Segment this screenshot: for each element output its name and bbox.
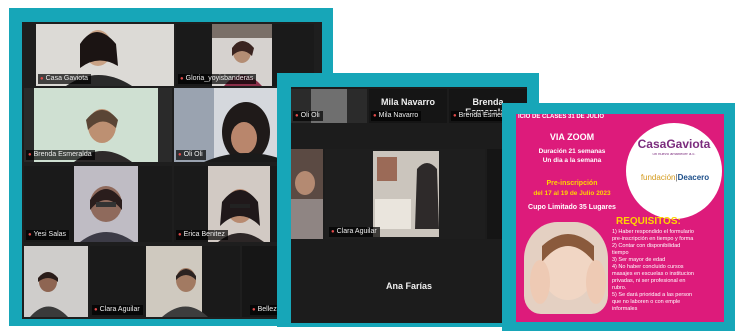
requisitos-title: REQUISITOS: [616, 216, 681, 227]
muted-mic-icon: ● [28, 232, 32, 238]
course-flyer: ICIO DE CLASES 31 DE JULIO VIA ZOOM Dura… [516, 114, 724, 322]
muted-mic-icon: ● [40, 76, 44, 82]
video-tile-brenda[interactable]: ● Brenda Esmeralda [24, 88, 172, 162]
sponsor-logos: CasaGaviota un nuevo amanecer a.c. funda… [626, 123, 722, 219]
fundacion-deacero-logo: fundación|Deacero [640, 173, 710, 182]
flyer-cupo: Cupo Limitado 35 Lugares [528, 204, 616, 211]
flyer-duration: Duración 21 semanas [538, 148, 606, 155]
video-tile-oli-small[interactable]: ● Oli Oli [291, 89, 367, 123]
video-tile-ana[interactable]: Ana Farías [291, 243, 527, 323]
muted-mic-icon: ● [295, 113, 299, 119]
video-tile-unnamed[interactable] [24, 246, 88, 317]
muted-mic-icon: ● [94, 307, 98, 313]
video-tile-mila[interactable]: Mila Navarro ● Mila Navarro [369, 89, 447, 123]
requisitos-list: 1) Haber respondido el formulario pre-in… [612, 229, 694, 312]
video-tile-clara-active[interactable]: ● Clara Aguilar [325, 149, 485, 239]
flyer-pre-dates: del 17 al 19 de Julio 2023 [533, 190, 611, 197]
participant-name-tag: ● Gloria_yoyisbanderas [178, 74, 257, 84]
participant-name-tag: ● Oli Oli [176, 150, 206, 160]
spa-photo [524, 222, 608, 314]
flyer-via: VIA ZOOM [549, 132, 595, 142]
participant-name-tag: ● Casa Gaviota [38, 74, 92, 84]
muted-mic-icon: ● [373, 113, 377, 119]
muted-mic-icon: ● [28, 152, 32, 158]
participant-name-tag: ● Clara Aguilar [329, 227, 380, 237]
video-tile-clara[interactable]: ● Clara Aguilar [90, 246, 240, 317]
video-tile-side-left[interactable] [291, 149, 323, 239]
middle-gallery-view: ● Oli Oli Mila Navarro ● Mila Navarro Bren… [291, 87, 527, 323]
casa-gaviota-logo: CasaGaviota [637, 137, 711, 151]
participant-name-tag: ● Brenda Esmeralda [26, 150, 95, 160]
participant-name-tag: ● Erica Benitez [176, 230, 228, 240]
flyer-header: ICIO DE CLASES 31 DE JULIO [518, 114, 605, 120]
participant-video [325, 149, 485, 239]
participant-video [24, 246, 88, 317]
casa-gaviota-tagline: un nuevo amanecer a.c. [652, 151, 696, 156]
muted-mic-icon: ● [453, 113, 457, 119]
spa-face-image [530, 234, 606, 304]
participant-name-tag: ● Clara Aguilar [92, 305, 143, 315]
participant-name-tag: ● Mila Navarro [371, 111, 422, 121]
video-tile-casa-gaviota[interactable]: ● Casa Gaviota [36, 24, 174, 86]
muted-mic-icon: ● [252, 307, 256, 313]
muted-mic-icon: ● [331, 229, 335, 235]
participant-video [291, 149, 323, 239]
participant-name-tag: ● Yesi Salas [26, 230, 70, 240]
participant-big-name: Ana Farías [385, 281, 433, 291]
video-tile-yesi[interactable]: ● Yesi Salas [24, 166, 172, 242]
flyer-pre-title: Pre-inscripción [546, 180, 598, 187]
muted-mic-icon: ● [180, 76, 184, 82]
participant-name-tag: ● Oli Oli [293, 111, 323, 121]
flyer-frequency: Un dia a la semana [542, 157, 602, 164]
participant-big-name: Mila Navarro [380, 97, 436, 107]
muted-mic-icon: ● [178, 232, 182, 238]
muted-mic-icon: ● [178, 152, 182, 158]
